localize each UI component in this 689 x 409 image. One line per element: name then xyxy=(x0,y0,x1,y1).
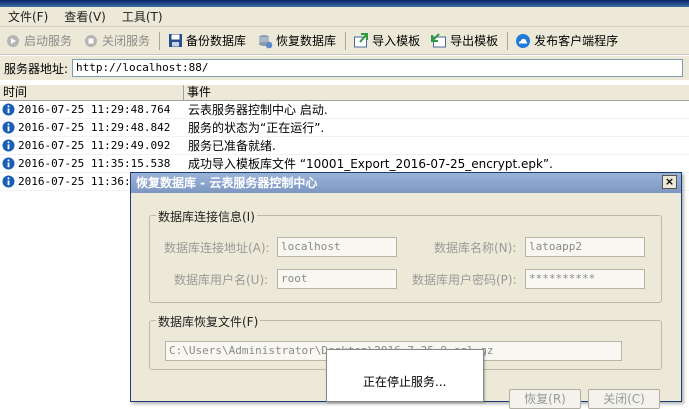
column-header-time[interactable]: 时间 xyxy=(0,85,184,100)
column-header-event[interactable]: 事件 xyxy=(184,85,689,100)
import-icon xyxy=(353,32,369,49)
server-address-input[interactable]: http://localhost:88/ xyxy=(72,59,684,77)
log-event: 云表服务器控制中心 启动. xyxy=(188,103,328,117)
db-name-input[interactable]: latoapp2 xyxy=(525,237,645,257)
log-time: 2016-07-25 11:29:48.842 xyxy=(18,121,171,134)
restore-database-label: 恢复数据库 xyxy=(276,34,337,48)
db-user-input[interactable]: root xyxy=(277,269,397,289)
info-icon xyxy=(2,121,15,134)
log-time: 2016-07-25 11:36:16 xyxy=(18,175,144,188)
info-icon xyxy=(2,175,15,188)
db-password-label: 数据库用户密码(P): xyxy=(412,273,517,287)
backup-database-button[interactable]: 备份数据库 xyxy=(164,29,252,53)
stop-service-label: 关闭服务 xyxy=(102,34,151,48)
log-time: 2016-07-25 11:29:48.764 xyxy=(18,103,171,116)
toolbar-separator xyxy=(507,31,509,50)
restore-button[interactable]: 恢复(R) xyxy=(509,389,581,409)
import-template-button[interactable]: 导入模板 xyxy=(350,29,426,53)
log-row[interactable]: 2016-07-25 11:29:48.764 云表服务器控制中心 启动. xyxy=(0,101,689,119)
log-header: 时间 事件 xyxy=(0,84,689,101)
db-password-input[interactable]: ********** xyxy=(525,269,645,289)
server-address-bar: 服务器地址: http://localhost:88/ xyxy=(0,56,689,80)
stop-icon xyxy=(83,33,99,49)
server-address-label: 服务器地址: xyxy=(4,61,69,76)
progress-message: 正在停止服务... xyxy=(363,375,447,389)
log-event: 服务已准备就绪. xyxy=(188,139,276,153)
toolbar: 启动服务 关闭服务 备份数据库 恢复数据库 导入模板 导出模板 发布客户端程序 xyxy=(0,27,689,55)
import-template-label: 导入模板 xyxy=(372,34,421,48)
toolbar-separator xyxy=(159,31,161,50)
play-icon xyxy=(5,33,21,49)
dialog-title: 恢复数据库 - 云表服务器控制中心 xyxy=(136,176,318,190)
cloud-icon xyxy=(515,33,531,49)
connection-info-legend: 数据库连接信息(I) xyxy=(156,208,257,225)
export-template-button[interactable]: 导出模板 xyxy=(428,29,504,53)
restore-file-legend: 数据库恢复文件(F) xyxy=(156,313,261,330)
floppy-disk-icon xyxy=(167,33,183,49)
toolbar-separator xyxy=(345,31,347,50)
export-icon xyxy=(431,32,447,49)
db-user-label: 数据库用户名(U): xyxy=(174,273,269,287)
stop-service-button[interactable]: 关闭服务 xyxy=(80,29,156,53)
connection-info-group: 数据库连接信息(I) 数据库连接地址(A): localhost 数据库名称(N… xyxy=(149,208,662,303)
start-service-button[interactable]: 启动服务 xyxy=(2,29,78,53)
log-time: 2016-07-25 11:35:15.538 xyxy=(18,157,171,170)
info-icon xyxy=(2,157,15,170)
dialog-close-button[interactable]: × xyxy=(662,175,677,189)
menu-view[interactable]: 查看(V) xyxy=(56,7,114,27)
log-row[interactable]: 2016-07-25 11:35:15.538 成功导入模板库文件 “10001… xyxy=(0,155,689,173)
publish-client-label: 发布客户端程序 xyxy=(534,34,619,48)
info-icon xyxy=(2,139,15,152)
db-address-label: 数据库连接地址(A): xyxy=(164,241,270,255)
log-row[interactable]: 2016-07-25 11:29:49.092 服务已准备就绪. xyxy=(0,137,689,155)
close-button[interactable]: 关闭(C) xyxy=(588,389,660,409)
log-event: 服务的状态为“正在运行”. xyxy=(188,121,325,135)
publish-client-button[interactable]: 发布客户端程序 xyxy=(512,29,624,53)
log-event: 成功导入模板库文件 “10001_Export_2016-07-25_encry… xyxy=(188,157,553,171)
backup-database-label: 备份数据库 xyxy=(186,34,247,48)
database-restore-icon xyxy=(257,33,273,49)
restore-database-button[interactable]: 恢复数据库 xyxy=(254,29,342,53)
start-service-label: 启动服务 xyxy=(24,34,73,48)
log-time: 2016-07-25 11:29:49.092 xyxy=(18,139,171,152)
export-template-label: 导出模板 xyxy=(450,34,499,48)
log-row[interactable]: 2016-07-25 11:29:48.842 服务的状态为“正在运行”. xyxy=(0,119,689,137)
menu-file[interactable]: 文件(F) xyxy=(0,7,56,27)
progress-popup: 正在停止服务... xyxy=(326,349,484,402)
db-name-label: 数据库名称(N): xyxy=(434,241,517,255)
menu-bar: 文件(F) 查看(V) 工具(T) xyxy=(0,7,689,27)
menu-tools[interactable]: 工具(T) xyxy=(114,7,171,27)
info-icon xyxy=(2,103,15,116)
db-address-input[interactable]: localhost xyxy=(277,237,397,257)
dialog-title-bar[interactable]: 恢复数据库 - 云表服务器控制中心 × xyxy=(131,173,681,193)
